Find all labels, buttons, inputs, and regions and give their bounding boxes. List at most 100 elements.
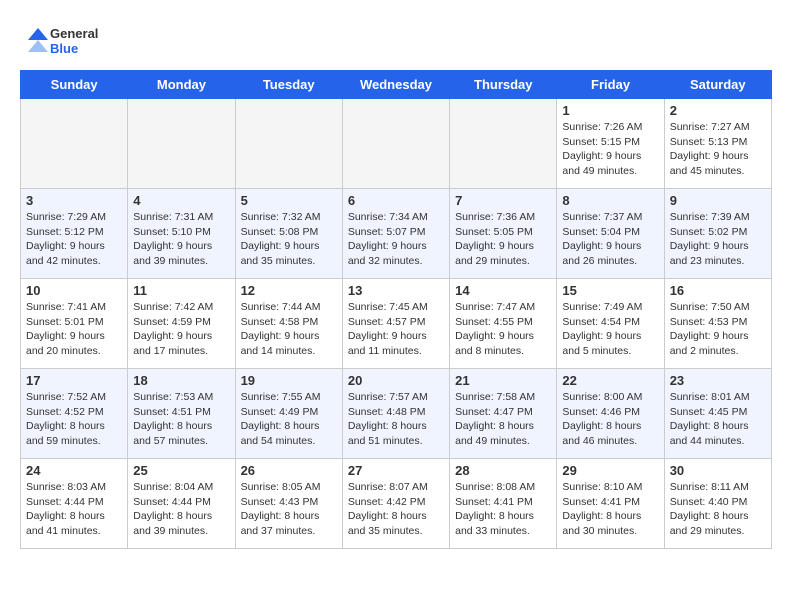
calendar-day: 30Sunrise: 8:11 AM Sunset: 4:40 PM Dayli…: [664, 459, 771, 549]
day-info: Sunrise: 7:53 AM Sunset: 4:51 PM Dayligh…: [133, 390, 229, 449]
day-number: 18: [133, 373, 229, 388]
calendar-header-thursday: Thursday: [450, 71, 557, 99]
day-info: Sunrise: 7:45 AM Sunset: 4:57 PM Dayligh…: [348, 300, 444, 359]
day-number: 2: [670, 103, 766, 118]
calendar-day: 1 Sunrise: 7:26 AM Sunset: 5:15 PM Daylig…: [557, 99, 664, 189]
day-number: 25: [133, 463, 229, 478]
calendar-week-row: 17 Sunrise: 7:52 AM Sunset: 4:52 PM Dayli…: [21, 369, 772, 459]
calendar-day: [450, 99, 557, 189]
calendar-day: 5 Sunrise: 7:32 AM Sunset: 5:08 PM Daylig…: [235, 189, 342, 279]
day-info: Sunrise: 7:32 AM Sunset: 5:08 PM Dayligh…: [241, 210, 337, 269]
day-number: 20: [348, 373, 444, 388]
day-info: Sunrise: 7:41 AM Sunset: 5:01 PM Dayligh…: [26, 300, 122, 359]
calendar-header-sunday: Sunday: [21, 71, 128, 99]
day-number: 3: [26, 193, 122, 208]
calendar-day: 6 Sunrise: 7:34 AM Sunset: 5:07 PM Daylig…: [342, 189, 449, 279]
calendar-header-friday: Friday: [557, 71, 664, 99]
calendar-header-wednesday: Wednesday: [342, 71, 449, 99]
calendar-day: 23Sunrise: 8:01 AM Sunset: 4:45 PM Dayli…: [664, 369, 771, 459]
calendar-week-row: 3 Sunrise: 7:29 AM Sunset: 5:12 PM Daylig…: [21, 189, 772, 279]
day-number: 5: [241, 193, 337, 208]
day-number: 12: [241, 283, 337, 298]
day-number: 19: [241, 373, 337, 388]
calendar-day: 29Sunrise: 8:10 AM Sunset: 4:41 PM Dayli…: [557, 459, 664, 549]
calendar-header-saturday: Saturday: [664, 71, 771, 99]
day-info: Sunrise: 7:27 AM Sunset: 5:13 PM Dayligh…: [670, 120, 766, 179]
day-info: Sunrise: 7:44 AM Sunset: 4:58 PM Dayligh…: [241, 300, 337, 359]
svg-text:Blue: Blue: [50, 41, 78, 56]
day-number: 16: [670, 283, 766, 298]
day-number: 9: [670, 193, 766, 208]
day-info: Sunrise: 8:04 AM Sunset: 4:44 PM Dayligh…: [133, 480, 229, 539]
calendar-day: 2 Sunrise: 7:27 AM Sunset: 5:13 PM Daylig…: [664, 99, 771, 189]
calendar-day: 24 Sunrise: 8:03 AM Sunset: 4:44 PM Dayli…: [21, 459, 128, 549]
day-number: 14: [455, 283, 551, 298]
day-number: 24: [26, 463, 122, 478]
calendar-day: 19 Sunrise: 7:55 AM Sunset: 4:49 PM Dayli…: [235, 369, 342, 459]
day-number: 11: [133, 283, 229, 298]
day-info: Sunrise: 7:57 AM Sunset: 4:48 PM Dayligh…: [348, 390, 444, 449]
day-info: Sunrise: 8:08 AM Sunset: 4:41 PM Dayligh…: [455, 480, 551, 539]
calendar-day: 16 Sunrise: 7:50 AM Sunset: 4:53 PM Dayli…: [664, 279, 771, 369]
day-info: Sunrise: 7:31 AM Sunset: 5:10 PM Dayligh…: [133, 210, 229, 269]
day-number: 13: [348, 283, 444, 298]
calendar-day: 10 Sunrise: 7:41 AM Sunset: 5:01 PM Dayli…: [21, 279, 128, 369]
calendar-day: 9 Sunrise: 7:39 AM Sunset: 5:02 PM Daylig…: [664, 189, 771, 279]
day-info: Sunrise: 8:07 AM Sunset: 4:42 PM Dayligh…: [348, 480, 444, 539]
day-number: 17: [26, 373, 122, 388]
calendar-day: [342, 99, 449, 189]
calendar-day: 14 Sunrise: 7:47 AM Sunset: 4:55 PM Dayli…: [450, 279, 557, 369]
calendar-day: 8Sunrise: 7:37 AM Sunset: 5:04 PM Daylig…: [557, 189, 664, 279]
day-info: Sunrise: 8:05 AM Sunset: 4:43 PM Dayligh…: [241, 480, 337, 539]
day-info: Sunrise: 7:55 AM Sunset: 4:49 PM Dayligh…: [241, 390, 337, 449]
calendar-week-row: 24 Sunrise: 8:03 AM Sunset: 4:44 PM Dayli…: [21, 459, 772, 549]
calendar-day: 28 Sunrise: 8:08 AM Sunset: 4:41 PM Dayli…: [450, 459, 557, 549]
calendar-day: 7Sunrise: 7:36 AM Sunset: 5:05 PM Daylig…: [450, 189, 557, 279]
calendar-day: [235, 99, 342, 189]
day-info: Sunrise: 7:52 AM Sunset: 4:52 PM Dayligh…: [26, 390, 122, 449]
svg-text:General: General: [50, 26, 98, 41]
day-info: Sunrise: 7:39 AM Sunset: 5:02 PM Dayligh…: [670, 210, 766, 269]
calendar-day: 4 Sunrise: 7:31 AM Sunset: 5:10 PM Daylig…: [128, 189, 235, 279]
calendar-day: 13 Sunrise: 7:45 AM Sunset: 4:57 PM Dayli…: [342, 279, 449, 369]
day-info: Sunrise: 7:50 AM Sunset: 4:53 PM Dayligh…: [670, 300, 766, 359]
day-info: Sunrise: 7:58 AM Sunset: 4:47 PM Dayligh…: [455, 390, 551, 449]
day-info: Sunrise: 8:03 AM Sunset: 4:44 PM Dayligh…: [26, 480, 122, 539]
logo: General Blue: [20, 20, 110, 60]
day-info: Sunrise: 7:29 AM Sunset: 5:12 PM Dayligh…: [26, 210, 122, 269]
calendar-day: 15 Sunrise: 7:49 AM Sunset: 4:54 PM Dayli…: [557, 279, 664, 369]
day-info: Sunrise: 7:26 AM Sunset: 5:15 PM Dayligh…: [562, 120, 658, 179]
calendar-day: [128, 99, 235, 189]
day-number: 1: [562, 103, 658, 118]
calendar-day: 27Sunrise: 8:07 AM Sunset: 4:42 PM Dayli…: [342, 459, 449, 549]
day-number: 29: [562, 463, 658, 478]
calendar-day: 12 Sunrise: 7:44 AM Sunset: 4:58 PM Dayli…: [235, 279, 342, 369]
calendar-day: 3 Sunrise: 7:29 AM Sunset: 5:12 PM Daylig…: [21, 189, 128, 279]
day-info: Sunrise: 7:47 AM Sunset: 4:55 PM Dayligh…: [455, 300, 551, 359]
logo-svg: General Blue: [20, 20, 110, 60]
day-number: 26: [241, 463, 337, 478]
header: General Blue: [20, 20, 772, 60]
calendar-day: 25 Sunrise: 8:04 AM Sunset: 4:44 PM Dayli…: [128, 459, 235, 549]
day-info: Sunrise: 8:11 AM Sunset: 4:40 PM Dayligh…: [670, 480, 766, 539]
calendar-day: 11Sunrise: 7:42 AM Sunset: 4:59 PM Dayli…: [128, 279, 235, 369]
calendar-day: 18 Sunrise: 7:53 AM Sunset: 4:51 PM Dayli…: [128, 369, 235, 459]
day-info: Sunrise: 7:34 AM Sunset: 5:07 PM Dayligh…: [348, 210, 444, 269]
calendar-day: 26 Sunrise: 8:05 AM Sunset: 4:43 PM Dayli…: [235, 459, 342, 549]
calendar-day: [21, 99, 128, 189]
day-number: 4: [133, 193, 229, 208]
day-info: Sunrise: 8:01 AM Sunset: 4:45 PM Dayligh…: [670, 390, 766, 449]
day-info: Sunrise: 7:49 AM Sunset: 4:54 PM Dayligh…: [562, 300, 658, 359]
day-number: 6: [348, 193, 444, 208]
day-number: 10: [26, 283, 122, 298]
calendar-header-monday: Monday: [128, 71, 235, 99]
day-number: 15: [562, 283, 658, 298]
day-number: 28: [455, 463, 551, 478]
day-info: Sunrise: 7:37 AM Sunset: 5:04 PM Dayligh…: [562, 210, 658, 269]
calendar-day: 17 Sunrise: 7:52 AM Sunset: 4:52 PM Dayli…: [21, 369, 128, 459]
day-info: Sunrise: 8:00 AM Sunset: 4:46 PM Dayligh…: [562, 390, 658, 449]
day-number: 7: [455, 193, 551, 208]
calendar-week-row: 1 Sunrise: 7:26 AM Sunset: 5:15 PM Daylig…: [21, 99, 772, 189]
day-number: 21: [455, 373, 551, 388]
calendar-day: 20 Sunrise: 7:57 AM Sunset: 4:48 PM Dayli…: [342, 369, 449, 459]
